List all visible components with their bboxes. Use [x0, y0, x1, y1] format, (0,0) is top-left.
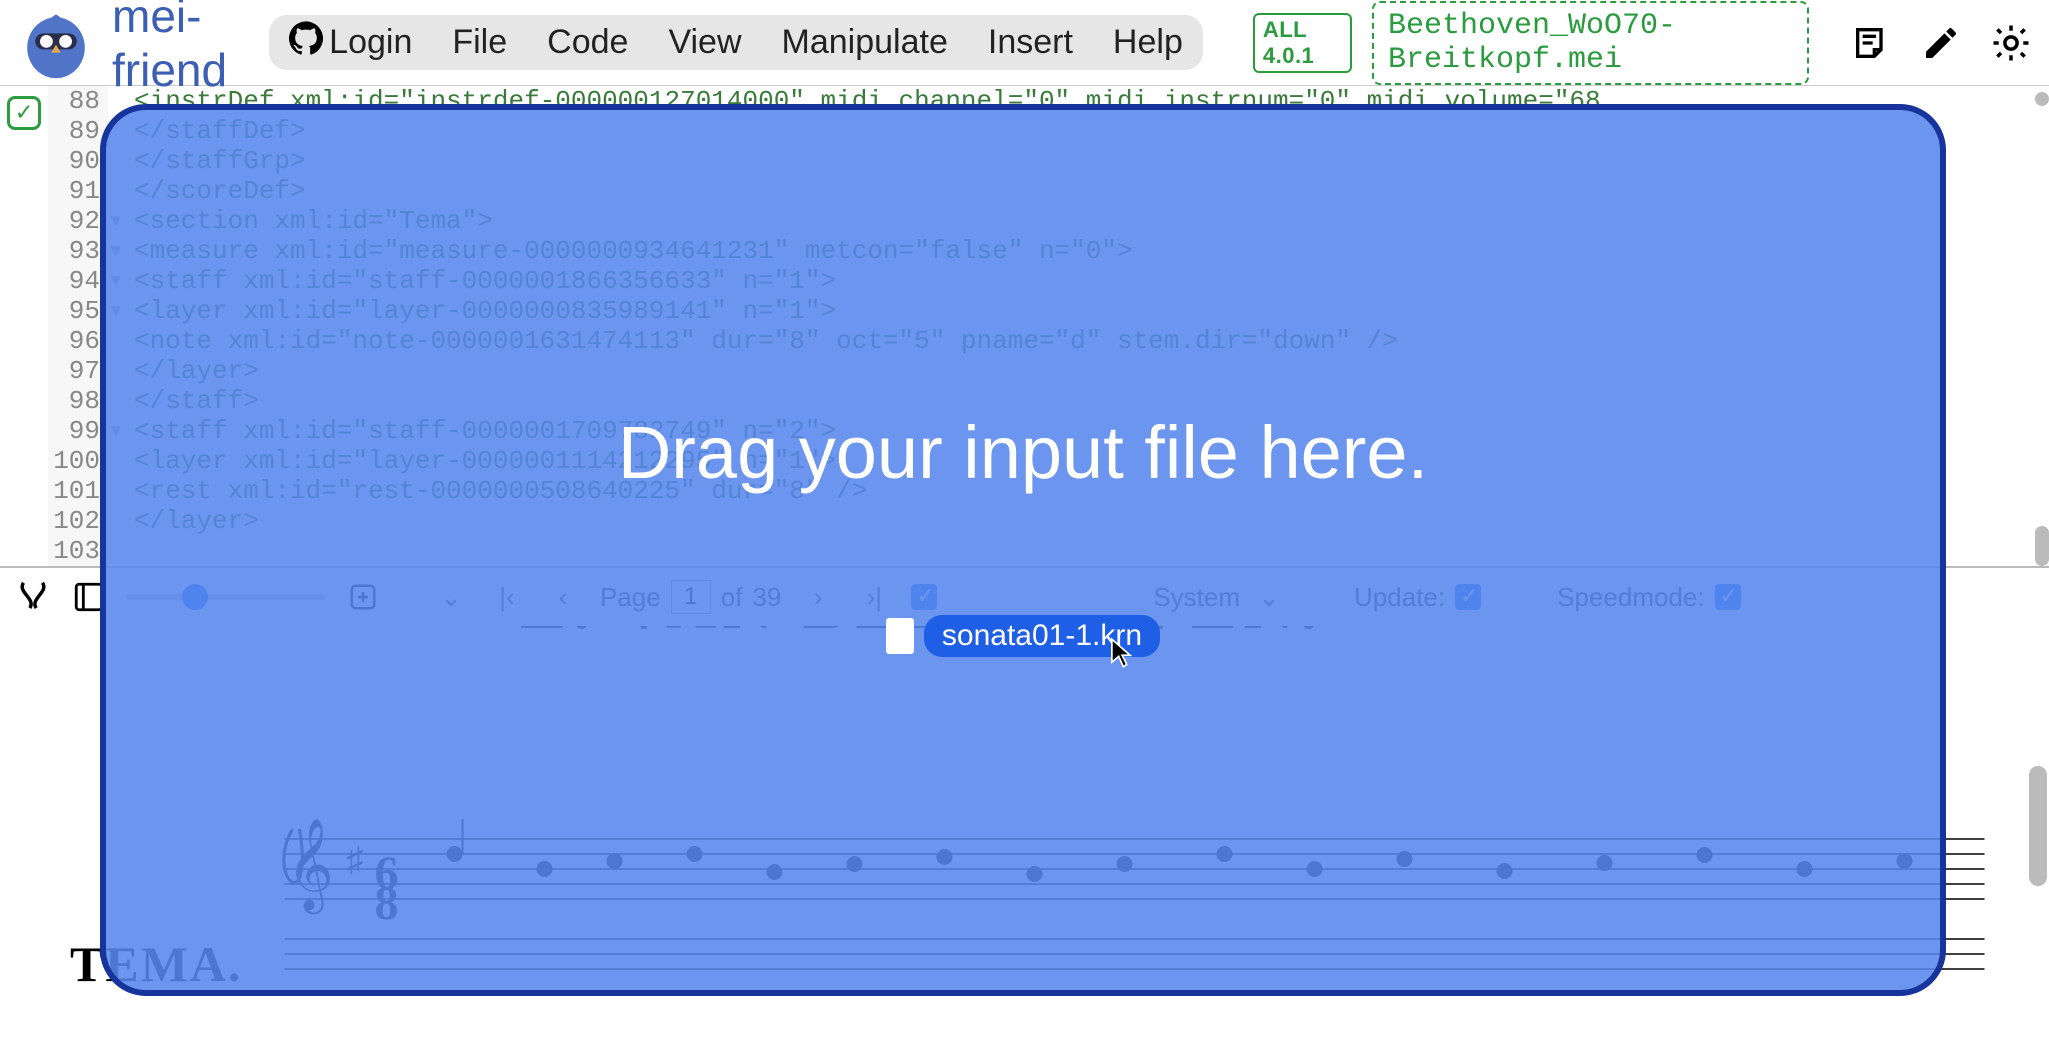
validation-ok-icon[interactable]: ✓ — [7, 96, 41, 130]
line-number: 103 — [48, 536, 100, 566]
settings-gear-icon[interactable] — [1989, 21, 2033, 65]
menubar: Login File Code View Manipulate Insert H… — [269, 15, 1203, 70]
line-number: 90 — [48, 146, 100, 176]
menu-insert[interactable]: Insert — [988, 23, 1073, 62]
line-number: 98 — [48, 386, 100, 416]
line-number: 89 — [48, 116, 100, 146]
line-number: 101 — [48, 476, 100, 506]
menu-code[interactable]: Code — [547, 23, 628, 62]
app-logo[interactable]: mei-friend — [16, 0, 249, 97]
line-number: 100 — [48, 446, 100, 476]
line-number: 88 — [48, 86, 100, 116]
line-number-gutter: 888990919293949596979899100101102103 — [48, 86, 108, 566]
drop-zone-overlay[interactable]: Drag your input file here. sonata01-1.kr… — [100, 104, 1946, 996]
dragged-file-name: sonata01-1.krn — [924, 615, 1160, 657]
line-number: 96 — [48, 326, 100, 356]
menu-login[interactable]: Login — [289, 21, 412, 64]
menu-manipulate[interactable]: Manipulate — [782, 23, 948, 62]
line-number: 93 — [48, 236, 100, 266]
edit-pencil-icon[interactable] — [1919, 21, 1963, 65]
line-number: 92 — [48, 206, 100, 236]
menu-help[interactable]: Help — [1113, 23, 1183, 62]
line-number: 94 — [48, 266, 100, 296]
header-bar: mei-friend Login File Code View Manipula… — [0, 0, 2049, 86]
header-icon-group — [1849, 21, 2033, 65]
app-title: mei-friend — [112, 0, 249, 97]
editor-gutter: ✓ — [0, 86, 48, 566]
line-number: 97 — [48, 356, 100, 386]
line-number: 99 — [48, 416, 100, 446]
annotations-icon[interactable] — [1849, 21, 1893, 65]
menu-login-label: Login — [329, 23, 412, 62]
editor-scroll-marker[interactable] — [2035, 92, 2049, 106]
dragged-file: sonata01-1.krn — [886, 615, 1160, 657]
editor-scrollbar[interactable] — [2035, 526, 2049, 566]
version-badge[interactable]: ALL 4.0.1 — [1253, 13, 1352, 73]
drop-zone-text: Drag your input file here. — [618, 410, 1428, 495]
github-icon — [289, 21, 323, 64]
owl-logo-icon — [16, 3, 96, 83]
line-number: 102 — [48, 506, 100, 536]
line-number: 95 — [48, 296, 100, 326]
filename-badge[interactable]: Beethoven_WoO70-Breitkopf.mei — [1372, 1, 1809, 85]
menu-view[interactable]: View — [668, 23, 741, 62]
file-icon — [886, 618, 914, 654]
notation-scrollbar[interactable] — [2029, 766, 2047, 886]
menu-file[interactable]: File — [452, 23, 507, 62]
line-number: 91 — [48, 176, 100, 206]
verovio-logo-icon[interactable] — [14, 578, 52, 616]
